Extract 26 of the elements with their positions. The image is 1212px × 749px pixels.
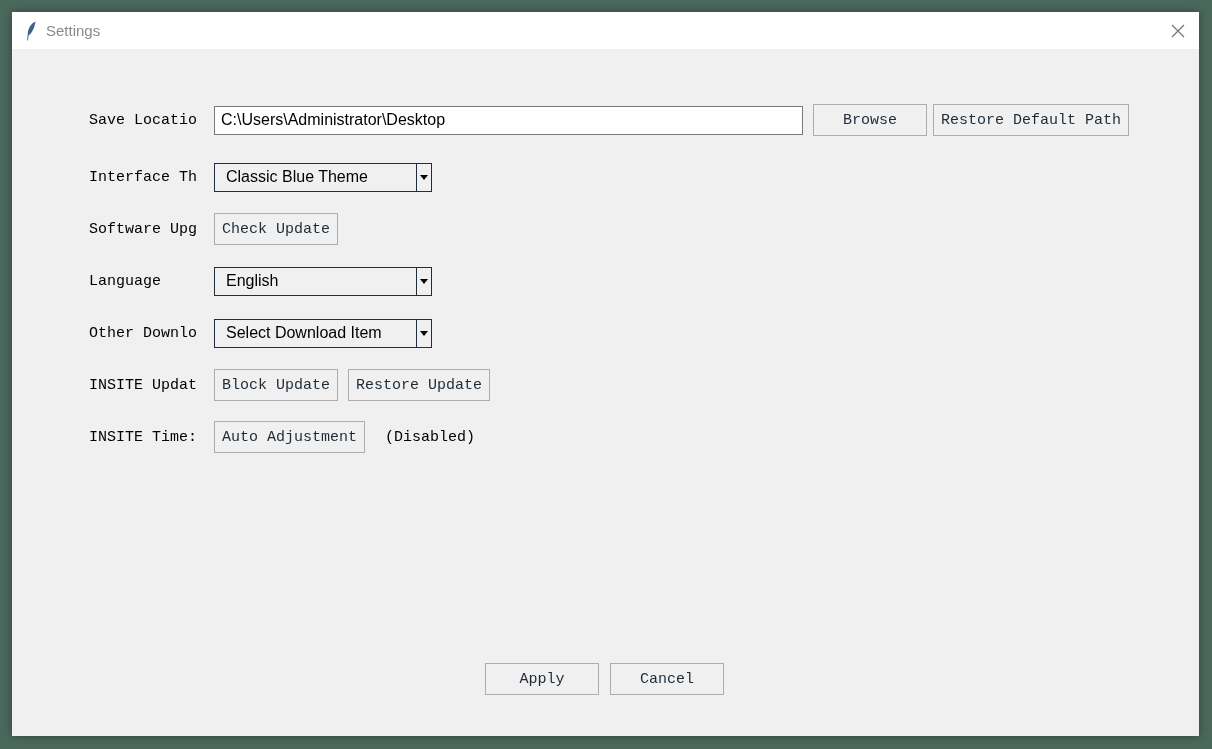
action-button[interactable]: Browse [813,104,927,136]
action-button[interactable]: Restore Default Path [933,104,1130,136]
feather-icon [26,20,36,41]
setting-label: INSITE Time: [89,428,199,446]
dropdown[interactable]: Select Download Item [214,318,432,348]
caret-icon [420,278,428,284]
setting-label: Language [89,272,162,290]
caret-icon [420,330,428,336]
path-field[interactable]: C:\Users\Administrator\Desktop [214,105,803,135]
dialog-button[interactable]: Apply [485,663,599,695]
action-button[interactable]: Block Update [214,369,339,401]
close-icon[interactable] [1171,23,1185,38]
setting-label: Software Upg [89,220,199,238]
dropdown[interactable]: English [214,266,432,296]
dropdown[interactable]: Classic Blue Theme [214,162,432,192]
setting-label: Other Downlo [89,324,199,342]
caret-icon [420,174,428,180]
setting-label: Save Locatio [89,111,199,129]
action-button[interactable]: Restore Update [348,369,491,401]
dialog-button[interactable]: Cancel [610,663,724,695]
action-button[interactable]: Check Update [214,213,339,245]
status-text: (Disabled) [385,428,476,446]
setting-label: Interface Th [89,168,199,186]
setting-label: INSITE Updat [89,376,199,394]
window-title: Settings [46,22,101,39]
action-button[interactable]: Auto Adjustment [214,421,366,453]
